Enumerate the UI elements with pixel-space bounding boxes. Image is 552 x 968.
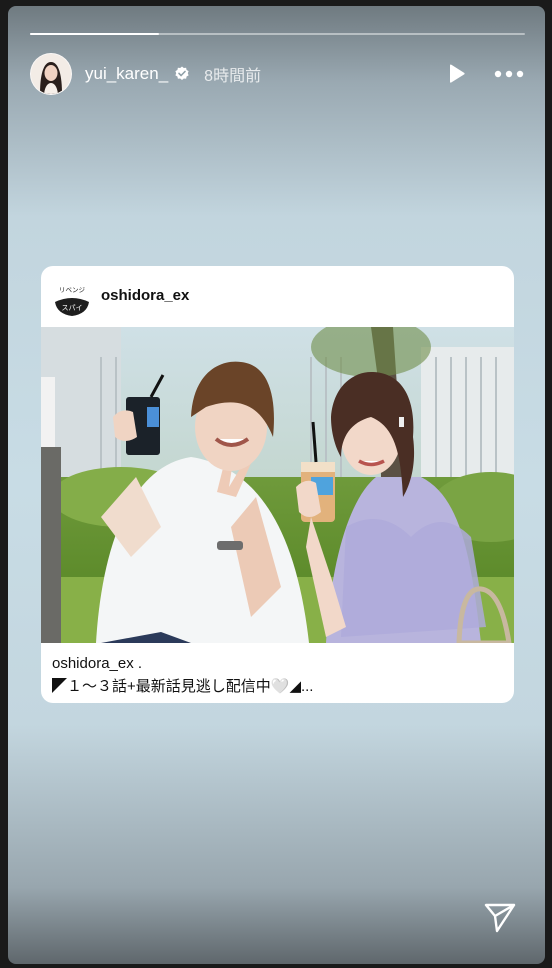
shared-post-header: リベンジ スパイ oshidora_ex bbox=[41, 266, 514, 327]
story-username[interactable]: yui_karen_ bbox=[85, 64, 168, 84]
avatar[interactable] bbox=[30, 53, 72, 95]
send-icon[interactable] bbox=[482, 899, 518, 935]
play-icon[interactable] bbox=[445, 63, 467, 85]
story-header: yui_karen_ 8時間前 bbox=[30, 52, 525, 96]
verified-icon bbox=[175, 66, 189, 80]
caption-username: oshidora_ex . bbox=[52, 655, 143, 672]
story-viewer: yui_karen_ 8時間前 リベンジ スパイ oshidora_ex osh… bbox=[8, 6, 545, 964]
story-progress-bar bbox=[30, 33, 525, 35]
shared-post-photo[interactable] bbox=[41, 327, 514, 643]
story-timestamp: 8時間前 bbox=[204, 68, 262, 85]
svg-text:スパイ: スパイ bbox=[62, 304, 83, 312]
more-options-icon[interactable] bbox=[493, 63, 525, 85]
caption-text: ◤１～３話+最新話見逃し配信中🤍◢... bbox=[52, 678, 314, 695]
story-progress-fill bbox=[30, 33, 159, 35]
account-logo[interactable]: リベンジ スパイ bbox=[53, 280, 91, 318]
shared-post-account[interactable]: oshidora_ex bbox=[101, 287, 189, 304]
shared-post-card[interactable]: リベンジ スパイ oshidora_ex oshidora_ex . ◤１～３話… bbox=[41, 266, 514, 703]
svg-text:リベンジ: リベンジ bbox=[59, 286, 86, 294]
